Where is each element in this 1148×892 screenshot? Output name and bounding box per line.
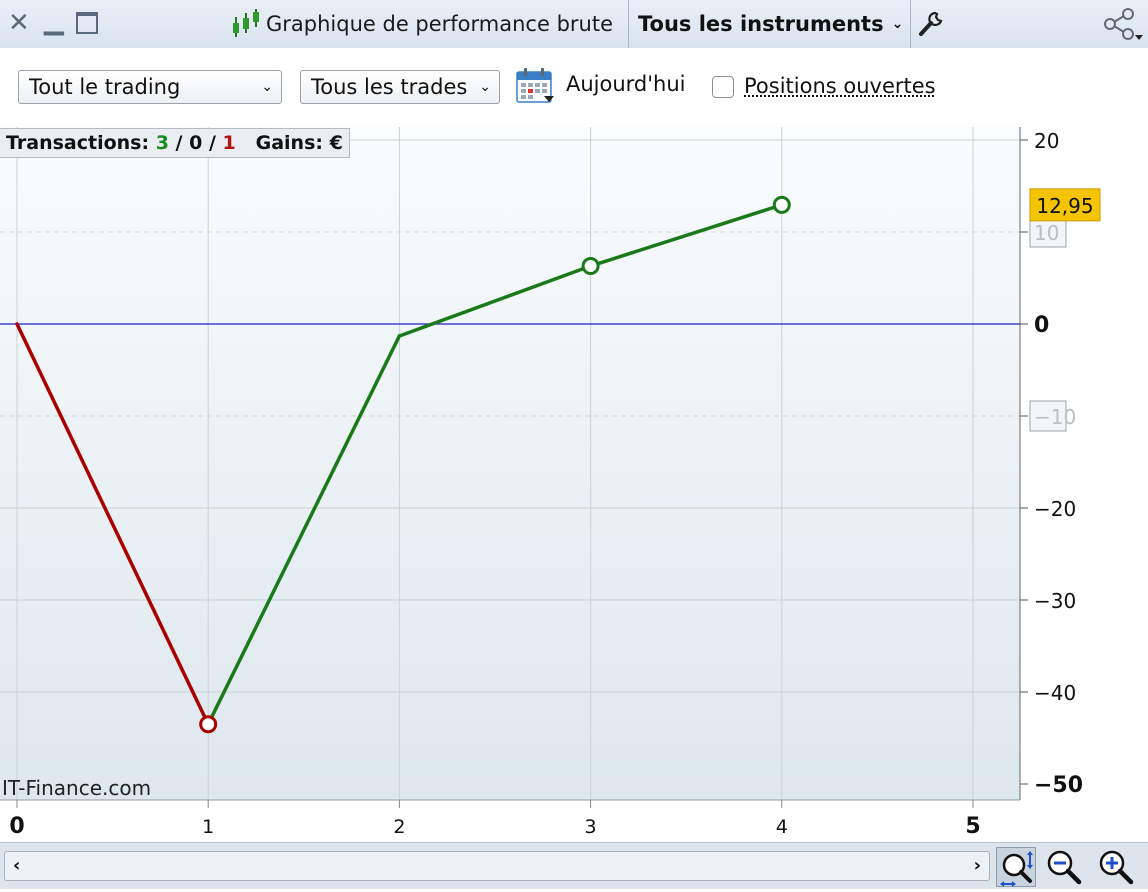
wins-count: 3 [155,132,169,154]
x-tick-label: 2 [393,816,405,838]
y-tick-label: 0 [1034,313,1049,338]
gains-label: Gains: € [255,132,343,154]
x-tick-label: 5 [965,814,980,839]
zoom-fit-icon[interactable] [996,847,1036,887]
zoom-in-icon[interactable] [1096,847,1136,887]
y-tick-label: 10 [1034,221,1059,245]
zoom-controls [992,842,1148,889]
neutral-count: 0 [189,132,203,154]
scroll-right-icon[interactable]: › [974,852,981,880]
last-value-label: 12,95 [1036,194,1093,218]
watermark: IT-Finance.com [2,776,152,800]
y-tick-label: −20 [1034,497,1076,521]
x-tick-label: 3 [585,816,597,838]
y-tick-label: −10 [1034,405,1076,429]
x-tick-label: 1 [202,816,214,838]
transactions-summary: Transactions: 3 / 0 / 1 Gains: € [0,128,350,158]
performance-chart[interactable]: 20100−10−20−30−40−50 012345 12,95 [0,0,1148,842]
losses-count: 1 [222,132,236,154]
y-tick-label: −30 [1034,589,1076,613]
data-point[interactable] [199,715,218,734]
scroll-left-icon[interactable]: ‹ [13,852,20,880]
zoom-out-icon[interactable] [1044,847,1084,887]
scroll-track[interactable]: ‹ › [4,851,990,881]
y-tick-label: 20 [1034,129,1059,153]
plot-background [0,127,1020,800]
horizontal-scrollbar[interactable]: ‹ › [0,842,992,889]
x-tick-label: 4 [776,816,788,838]
y-tick-label: −50 [1034,773,1083,798]
x-tick-label: 0 [9,814,24,839]
transactions-label: Transactions: [6,132,150,154]
y-tick-label: −40 [1034,681,1076,705]
data-point[interactable] [772,195,791,214]
data-point[interactable] [581,257,600,276]
